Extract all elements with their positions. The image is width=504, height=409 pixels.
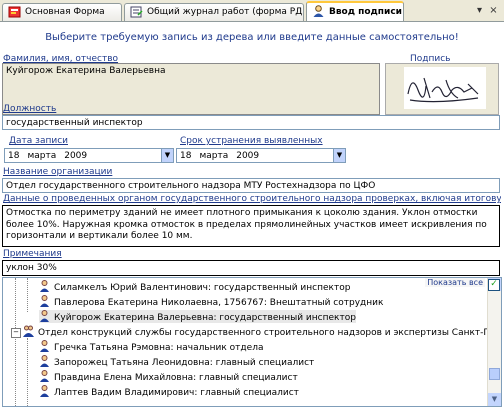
show-all-checkbox[interactable]: ✓ — [488, 279, 500, 291]
user-icon — [313, 5, 324, 17]
organization-label: Название организации — [3, 167, 113, 177]
instruction-text: Выберите требуемую запись из дерева или … — [45, 32, 459, 43]
tab-main-form[interactable]: Основная Форма — [2, 3, 122, 21]
tree-item[interactable]: Правдина Елена Михайловна: главный специ… — [39, 370, 298, 383]
fio-field[interactable]: Куйгорож Екатерина Валерьевна — [2, 63, 380, 115]
signature-image[interactable] — [385, 63, 499, 115]
record-date-day: 18 — [8, 151, 20, 161]
tree-scrollbar[interactable]: ▲ ▼ — [487, 278, 501, 406]
record-date-year: 2009 — [64, 151, 88, 161]
inspection-label: Данные о проведенных органом государстве… — [3, 194, 501, 204]
tree-item[interactable]: Павлерова Екатерина Николаевна, 1756767:… — [39, 295, 383, 308]
tree-guide-line — [27, 278, 28, 312]
deadline-month: марта — [199, 151, 229, 161]
tab-dropdown-icon[interactable]: ▾ — [474, 5, 485, 16]
person-icon — [40, 310, 49, 322]
show-all-label: Показать все — [425, 278, 485, 287]
deadline-label: Срок устранения выявленных — [180, 136, 323, 146]
scroll-down-icon[interactable]: ▼ — [488, 393, 501, 406]
close-icon[interactable]: × — [488, 5, 499, 16]
tree-item-label: Лаптев Вадим Владимирович: главный специ… — [54, 388, 299, 398]
person-icon — [40, 340, 49, 352]
group-icon — [23, 325, 34, 337]
deadline-day: 18 — [180, 151, 192, 161]
signature-form: Выберите требуемую запись из дерева или … — [0, 21, 504, 409]
tree-item-label: Гречка Татьяна Рэмовна: начальник отдела — [54, 343, 264, 353]
tree-guide-line — [15, 278, 16, 406]
person-icon — [40, 370, 49, 382]
chevron-down-icon[interactable]: ▼ — [161, 149, 173, 162]
tab-work-journal[interactable]: Общий журнал работ (форма РД) — [124, 3, 304, 21]
tree-item[interactable]: Гречка Татьяна Рэмовна: начальник отдела — [39, 340, 263, 353]
form-icon — [8, 6, 21, 18]
record-date-label: Дата записи — [9, 136, 68, 146]
collapse-icon[interactable]: − — [11, 328, 21, 338]
scroll-thumb[interactable] — [489, 368, 500, 380]
inspection-textarea[interactable]: Отмостка по периметру зданий не имеет пл… — [2, 205, 500, 247]
record-date-month: марта — [27, 151, 57, 161]
remarks-input[interactable]: уклон 30% — [2, 260, 500, 276]
tree-item[interactable]: Запорожец Татьяна Леонидовна: главный сп… — [39, 355, 314, 368]
tree-item[interactable]: Лаптев Вадим Владимирович: главный специ… — [39, 385, 299, 398]
person-icon — [40, 355, 49, 367]
tree-item-selected[interactable]: Куйгорож Екатерина Валерьевна: государст… — [39, 310, 356, 323]
tab-signature-input-label: Ввод подписи — [329, 7, 402, 17]
tree-item-label: Павлерова Екатерина Николаевна, 1756767:… — [54, 298, 384, 308]
person-icon — [40, 385, 49, 397]
position-input[interactable]: государственный инспектор — [2, 115, 500, 130]
tab-signature-input[interactable]: Ввод подписи — [306, 1, 404, 22]
organization-input[interactable]: Отдел государственного строительного над… — [2, 178, 500, 193]
tree-guide-line — [27, 338, 28, 406]
tree-item-label: Правдина Елена Михайловна: главный специ… — [54, 373, 298, 383]
journal-icon — [130, 6, 143, 18]
tree-group-label: Отдел конструкций службы государственног… — [38, 328, 502, 338]
tab-work-journal-label: Общий журнал работ (форма РД) — [147, 7, 304, 17]
chevron-down-icon[interactable]: ▼ — [333, 149, 345, 162]
person-icon — [40, 295, 49, 307]
position-label: Должность — [3, 104, 57, 114]
tab-main-form-label: Основная Форма — [25, 7, 105, 17]
record-date-picker[interactable]: 18 марта 2009 ▼ — [4, 148, 174, 163]
tree-item[interactable]: Силамкелъ Юрий Валентинович: государстве… — [39, 280, 350, 293]
deadline-date-picker[interactable]: 18 марта 2009 ▼ — [176, 148, 346, 163]
tree-item-label: Силамкелъ Юрий Валентинович: государстве… — [54, 283, 351, 293]
tree-group[interactable]: Отдел конструкций службы государственног… — [23, 325, 502, 338]
tree-item-label: Куйгорож Екатерина Валерьевна: государст… — [54, 313, 356, 323]
tab-bar: Основная Форма Общий журнал работ (форма… — [0, 0, 504, 22]
handwritten-signature — [404, 67, 486, 109]
staff-tree: Силамкелъ Юрий Валентинович: государстве… — [2, 277, 502, 407]
remarks-label: Примечания — [3, 249, 62, 259]
deadline-year: 2009 — [236, 151, 260, 161]
person-icon — [40, 280, 49, 292]
tree-item-label: Запорожец Татьяна Леонидовна: главный сп… — [54, 358, 315, 368]
